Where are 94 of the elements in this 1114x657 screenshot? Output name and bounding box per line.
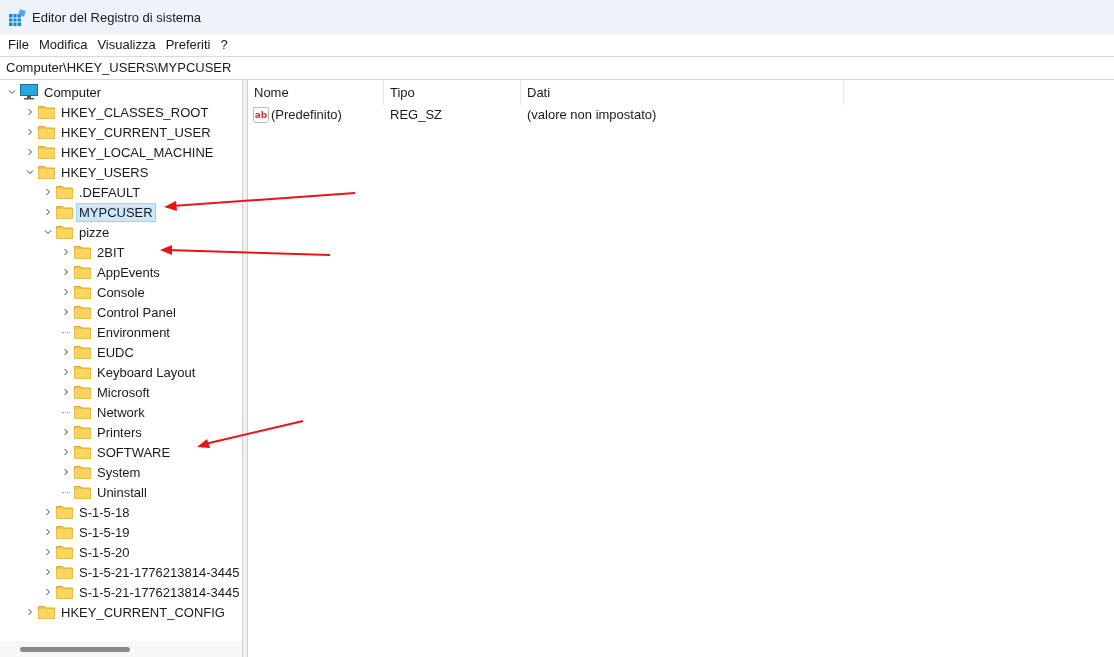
folder-icon	[74, 465, 91, 479]
folder-icon	[38, 605, 55, 619]
menu-item[interactable]: Visualizza	[92, 35, 161, 55]
tree-item[interactable]: HKEY_USERS	[58, 162, 152, 182]
tree-item[interactable]: HKEY_CLASSES_ROOT	[58, 102, 212, 122]
folder-icon	[74, 425, 91, 439]
tree-item[interactable]: Environment	[94, 322, 173, 342]
folder-icon	[74, 325, 91, 339]
chevron-right-icon[interactable]	[62, 388, 70, 396]
folder-icon	[74, 445, 91, 459]
column-header[interactable]: Dati	[521, 80, 844, 105]
horizontal-scrollbar[interactable]	[0, 641, 242, 657]
menu-item[interactable]: File	[3, 35, 34, 55]
folder-icon	[74, 485, 91, 499]
folder-icon	[56, 545, 73, 559]
folder-icon	[56, 225, 73, 239]
tree-item[interactable]: S-1-5-18	[76, 502, 133, 522]
tree-item[interactable]: HKEY_LOCAL_MACHINE	[58, 142, 217, 162]
folder-icon	[74, 245, 91, 259]
chevron-down-icon[interactable]	[8, 88, 16, 96]
chevron-right-icon[interactable]	[44, 568, 52, 576]
tree-item[interactable]: AppEvents	[94, 262, 163, 282]
tree-item[interactable]: Computer	[41, 82, 105, 102]
tree-item[interactable]: Control Panel	[94, 302, 179, 322]
tree-item[interactable]: SOFTWARE	[94, 442, 174, 462]
chevron-right-icon[interactable]	[44, 208, 52, 216]
table-cell-text: REG_SZ	[389, 106, 443, 125]
tree-item[interactable]: System	[94, 462, 144, 482]
folder-icon	[74, 385, 91, 399]
folder-icon	[56, 585, 73, 599]
menu-item[interactable]: Preferiti	[160, 35, 216, 55]
tree-item[interactable]: S-1-5-19	[76, 522, 133, 542]
folder-icon	[74, 265, 91, 279]
tree-item[interactable]: Console	[94, 282, 148, 302]
tree-item[interactable]: Microsoft	[94, 382, 153, 402]
tree-item[interactable]: Keyboard Layout	[94, 362, 199, 382]
folder-icon	[74, 345, 91, 359]
address-bar[interactable]: Computer\HKEY_USERS\MYPCUSER	[0, 56, 1114, 80]
chevron-down-icon[interactable]	[26, 168, 34, 176]
chevron-right-icon[interactable]	[26, 148, 34, 156]
window-title: Editor del Registro di sistema	[32, 8, 202, 27]
chevron-right-icon[interactable]	[62, 288, 70, 296]
chevron-right-icon[interactable]	[44, 588, 52, 596]
folder-icon	[38, 145, 55, 159]
tree-item[interactable]: pizze	[76, 222, 113, 242]
tree-item[interactable]: EUDC	[94, 342, 137, 362]
folder-icon	[38, 125, 55, 139]
menu-item[interactable]: ?	[215, 35, 233, 55]
chevron-right-icon[interactable]	[44, 508, 52, 516]
chevron-right-icon[interactable]	[44, 548, 52, 556]
folder-icon	[56, 505, 73, 519]
chevron-right-icon[interactable]	[44, 528, 52, 536]
tree-item[interactable]: Printers	[94, 422, 145, 442]
chevron-right-icon[interactable]	[62, 348, 70, 356]
table-cell-text: (valore non impostato)	[526, 106, 658, 125]
tree-item[interactable]: Uninstall	[94, 482, 150, 502]
tree-item[interactable]: Network	[94, 402, 148, 422]
chevron-right-icon[interactable]	[26, 128, 34, 136]
folder-icon	[74, 405, 91, 419]
tree-item[interactable]: MYPCUSER	[76, 202, 156, 222]
tree-item[interactable]: 2BIT	[94, 242, 128, 262]
folder-icon	[38, 105, 55, 119]
tree-item[interactable]: HKEY_CURRENT_CONFIG	[58, 602, 228, 622]
tree-item[interactable]: S-1-5-21-1776213814-3445	[76, 562, 242, 582]
folder-icon	[74, 365, 91, 379]
folder-icon	[74, 285, 91, 299]
registry-icon	[8, 8, 26, 27]
chevron-right-icon[interactable]	[44, 188, 52, 196]
table-cell-text: (Predefinito)	[271, 106, 342, 125]
tree-item[interactable]: S-1-5-21-1776213814-3445	[76, 582, 242, 602]
chevron-right-icon[interactable]	[62, 468, 70, 476]
string-value-icon: ab	[253, 107, 269, 123]
folder-icon	[56, 525, 73, 539]
menu-item[interactable]: Modifica	[33, 35, 93, 55]
folder-icon	[56, 565, 73, 579]
chevron-right-icon[interactable]	[62, 428, 70, 436]
folder-icon	[74, 305, 91, 319]
computer-icon	[20, 84, 38, 100]
chevron-right-icon[interactable]	[26, 108, 34, 116]
chevron-right-icon[interactable]	[62, 448, 70, 456]
folder-icon	[56, 185, 73, 199]
chevron-right-icon[interactable]	[26, 608, 34, 616]
chevron-right-icon[interactable]	[62, 268, 70, 276]
folder-icon	[56, 205, 73, 219]
chevron-right-icon[interactable]	[62, 248, 70, 256]
chevron-right-icon[interactable]	[62, 368, 70, 376]
chevron-down-icon[interactable]	[44, 228, 52, 236]
chevron-right-icon[interactable]	[62, 308, 70, 316]
folder-icon	[38, 165, 55, 179]
tree-item[interactable]: S-1-5-20	[76, 542, 133, 562]
tree-item[interactable]: .DEFAULT	[76, 182, 144, 202]
tree-item[interactable]: HKEY_CURRENT_USER	[58, 122, 214, 142]
column-header[interactable]: Tipo	[384, 80, 521, 105]
column-header[interactable]: Nome	[248, 80, 384, 105]
